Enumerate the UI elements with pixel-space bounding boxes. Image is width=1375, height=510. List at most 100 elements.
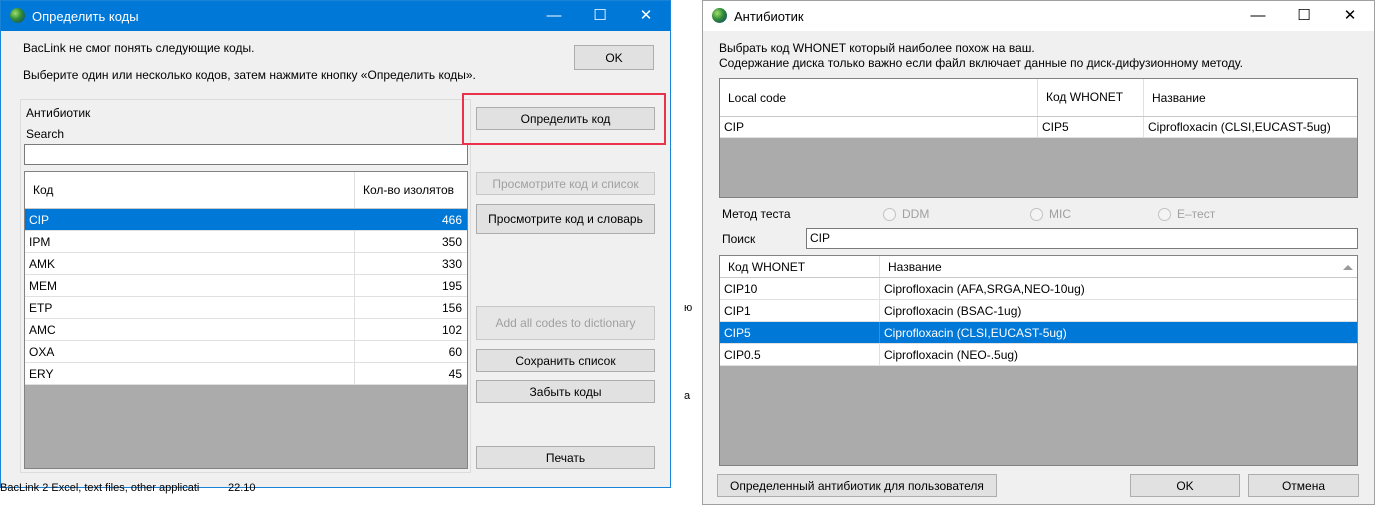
instruction-line1: Выбрать код WHONET который наиболее похо…	[719, 41, 1035, 55]
view-code-list-button[interactable]: Просмотрите код и список	[476, 172, 655, 195]
print-button[interactable]: Печать	[476, 446, 655, 469]
radio-etest-label: E–тест	[1177, 207, 1216, 221]
add-all-codes-button[interactable]: Add all codes to dictionary	[476, 306, 655, 340]
background-gap	[672, 0, 702, 510]
search-input[interactable]	[24, 144, 468, 165]
cell-name: Ciprofloxacin (CLSI,EUCAST-5ug)	[1148, 120, 1331, 134]
cell-count: 45	[448, 366, 462, 381]
radio-ddm-label: DDM	[902, 207, 930, 221]
cell-code: AMK	[25, 253, 355, 274]
message-unrecognized: BacLink не смог понять следующие коды.	[23, 41, 255, 55]
background-task-time: 22.10	[228, 482, 256, 494]
close-button[interactable]: ✕	[623, 1, 669, 31]
radio-etest[interactable]	[1158, 208, 1171, 221]
ok-button[interactable]: OK	[574, 45, 654, 70]
cell-code: OXA	[25, 341, 355, 362]
cell-count: 102	[441, 322, 462, 337]
cell-name: Ciprofloxacin (AFA,SRGA,NEO-10ug)	[884, 281, 1085, 296]
forget-codes-button[interactable]: Забыть коды	[476, 380, 655, 403]
user-defined-antibiotic-button[interactable]: Определенный антибиотик для пользователя	[717, 474, 997, 497]
cell-code: CIP	[25, 209, 355, 230]
whonet-grid-header: Код WHONET Название	[720, 256, 1357, 278]
cell-count: 195	[441, 278, 462, 293]
radio-ddm[interactable]	[883, 208, 896, 221]
cell-count: 466	[355, 209, 467, 230]
cell-whonet-code: CIP10	[720, 278, 880, 299]
background-fragment: ю	[684, 302, 693, 314]
sort-ascending-icon	[1343, 265, 1353, 270]
table-row[interactable]: CIP1 Ciprofloxacin (BSAC-1ug)	[720, 300, 1357, 322]
cancel-button[interactable]: Отмена	[1248, 474, 1359, 497]
cell-name: Ciprofloxacin (BSAC-1ug)	[884, 303, 1022, 318]
search-label: Поиск	[722, 232, 756, 246]
table-row[interactable]: CIP5 Ciprofloxacin (CLSI,EUCAST-5ug)	[720, 322, 1357, 344]
define-codes-window: Определить коды — ☐ ✕ BacLink не смог по…	[0, 0, 671, 488]
cell-count: 330	[441, 256, 462, 271]
table-row[interactable]: MEM 195	[25, 275, 467, 297]
table-row[interactable]: CIP10 Ciprofloxacin (AFA,SRGA,NEO-10ug)	[720, 278, 1357, 300]
background-task-text: BacLink 2 Excel, text files, other appli…	[0, 482, 200, 494]
cell-count: 156	[441, 300, 462, 315]
whonet-globe-icon	[10, 8, 25, 23]
cell-local-code: CIP	[720, 117, 1038, 137]
cell-name: Ciprofloxacin (CLSI,EUCAST-5ug)	[884, 325, 1067, 340]
minimize-button[interactable]: —	[1235, 1, 1281, 31]
title-bar[interactable]: Определить коды — ☐ ✕	[1, 1, 670, 31]
table-row[interactable]: ETP 156	[25, 297, 467, 319]
search-input[interactable]: CIP	[806, 228, 1358, 249]
radio-mic-label: MIC	[1049, 207, 1071, 221]
antibiotic-group-label: Антибиотик	[26, 106, 91, 120]
cell-code: ERY	[25, 363, 355, 384]
column-header-count[interactable]: Кол-во изолятов	[355, 172, 467, 208]
table-row[interactable]: AMC 102	[25, 319, 467, 341]
table-row[interactable]: CIP CIP5 Ciprofloxacin (CLSI,EUCAST-5ug)	[720, 117, 1357, 138]
close-button[interactable]: ✕	[1327, 1, 1373, 31]
title-bar[interactable]: Антибиотик — ☐ ✕	[703, 1, 1374, 31]
table-row[interactable]: CIP 466	[25, 209, 467, 231]
codes-grid-header: Код Кол-во изолятов	[25, 172, 467, 209]
instruction-line2: Содержание диска только важно если файл …	[719, 56, 1243, 70]
cell-whonet-code: CIP5	[1038, 117, 1144, 137]
table-row[interactable]: CIP0.5 Ciprofloxacin (NEO-.5ug)	[720, 344, 1357, 366]
table-row[interactable]: ERY 45	[25, 363, 467, 385]
radio-mic[interactable]	[1030, 208, 1043, 221]
table-row[interactable]: OXA 60	[25, 341, 467, 363]
define-code-button[interactable]: Определить код	[476, 107, 655, 130]
save-list-button[interactable]: Сохранить список	[476, 349, 655, 372]
message-instruction: Выберите один или несколько кодов, затем…	[23, 68, 476, 82]
cell-whonet-code: CIP1	[720, 300, 880, 321]
search-label: Search	[26, 127, 65, 141]
local-code-grid: Local code Код WHONET Название CIP CIP5 …	[719, 78, 1358, 198]
table-row[interactable]: AMK 330	[25, 253, 467, 275]
minimize-button[interactable]: —	[531, 1, 577, 31]
maximize-button[interactable]: ☐	[577, 1, 623, 31]
background-fragment: а	[684, 390, 691, 402]
ok-button[interactable]: OK	[1130, 474, 1240, 497]
cell-name: Ciprofloxacin (NEO-.5ug)	[884, 347, 1019, 362]
cell-code: AMC	[25, 319, 355, 340]
cell-code: ETP	[25, 297, 355, 318]
local-grid-header: Local code Код WHONET Название	[720, 79, 1357, 117]
test-method-label: Метод теста	[722, 207, 791, 221]
window-title: Антибиотик	[734, 9, 804, 24]
cell-code: IPM	[25, 231, 355, 252]
cell-whonet-code: CIP5	[720, 322, 880, 343]
whonet-code-grid: Код WHONET Название CIP10 Ciprofloxacin …	[719, 255, 1358, 466]
maximize-button[interactable]: ☐	[1281, 1, 1327, 31]
view-code-dictionary-button[interactable]: Просмотрите код и словарь	[476, 204, 655, 234]
window-title: Определить коды	[32, 9, 139, 24]
cell-whonet-code: CIP0.5	[720, 344, 880, 365]
antibiotic-window: Антибиотик — ☐ ✕ Выбрать код WHONET кото…	[702, 0, 1375, 505]
background-window-strip: BacLink 2 Excel, text files, other appli…	[0, 482, 672, 510]
column-header-code[interactable]: Код	[25, 172, 355, 208]
column-header-local-code[interactable]: Local code	[720, 79, 1038, 116]
cell-code: MEM	[25, 275, 355, 296]
column-header-name[interactable]: Название	[880, 256, 1357, 277]
column-header-name[interactable]: Название	[1144, 79, 1357, 116]
column-header-whonet-code[interactable]: Код WHONET	[720, 256, 880, 277]
codes-grid: Код Кол-во изолятов CIP 466 IPM 350 AMK …	[24, 171, 468, 469]
table-row[interactable]: IPM 350	[25, 231, 467, 253]
cell-count: 350	[441, 234, 462, 249]
column-header-whonet-code[interactable]: Код WHONET	[1038, 79, 1144, 116]
cell-count: 60	[448, 344, 462, 359]
